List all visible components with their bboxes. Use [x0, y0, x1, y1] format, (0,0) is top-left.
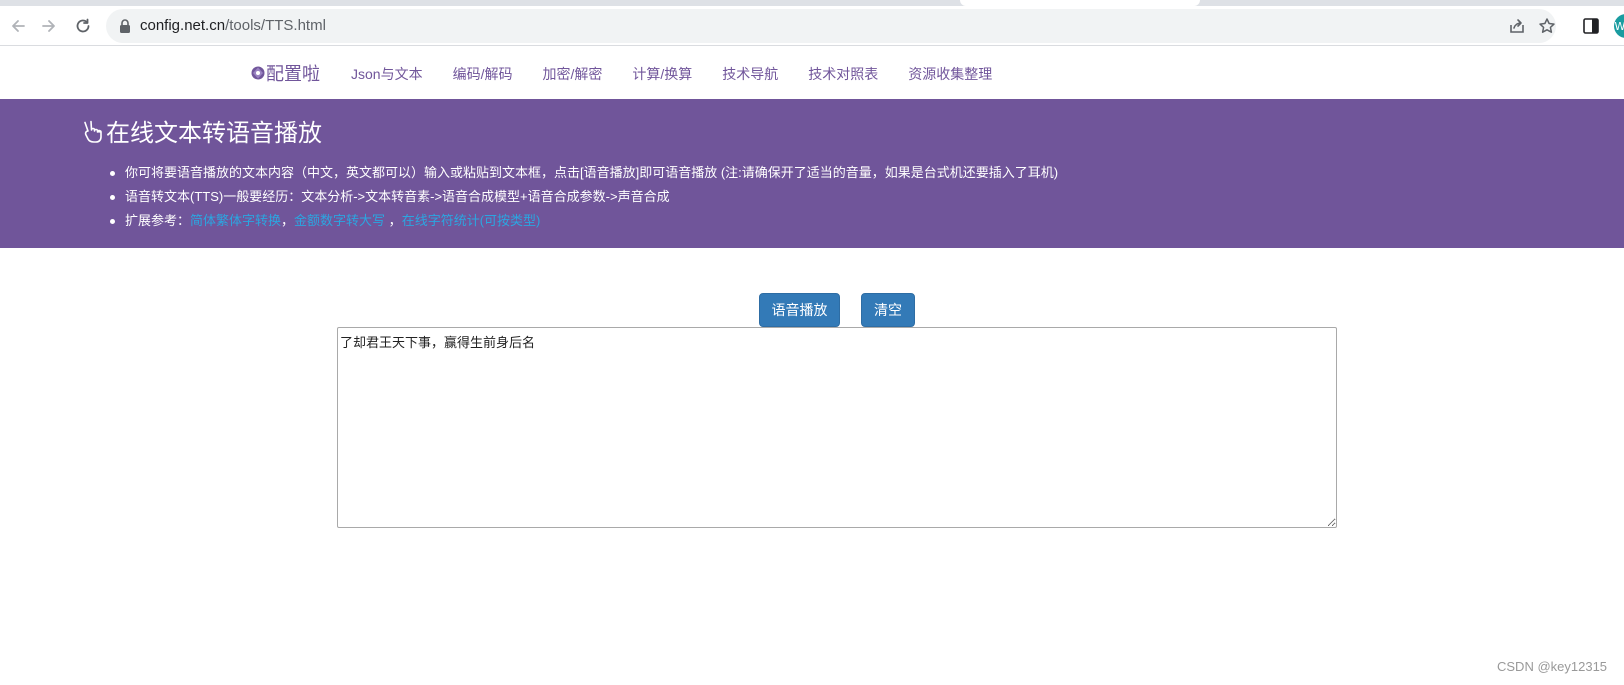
- reload-button[interactable]: [71, 14, 95, 38]
- csdn-watermark: CSDN @key12315: [1497, 659, 1608, 674]
- page-title-text: 在线文本转语音播放: [106, 120, 322, 147]
- nav-link-tech-nav[interactable]: 技术导航: [722, 64, 778, 84]
- hero-note-references: 扩展参考：简体繁体字转换，金额数字转大写 ，在线字符统计(可按类型): [108, 209, 1058, 233]
- side-panel-icon[interactable]: [1582, 17, 1600, 35]
- profile-avatar[interactable]: W: [1614, 14, 1624, 38]
- victory-hand-icon: [84, 120, 102, 143]
- page-title: 在线文本转语音播放: [82, 113, 322, 148]
- back-button[interactable]: [6, 14, 30, 38]
- hero-note-usage: 你可将要语音播放的文本内容（中文，英文都可以）输入或粘贴到文本框，点击[语音播放…: [108, 161, 1058, 185]
- hero-note-tts-steps: 语音转文本(TTS)一般要经历：文本分析->文本转音素->语音合成模型+语音合成…: [108, 185, 1058, 209]
- site-navbar: 配置啦 Json与文本 编码/解码 加密/解密 计算/换算 技术导航 技术对照表…: [0, 46, 1624, 99]
- clear-button[interactable]: 清空: [861, 293, 915, 327]
- url-text: config.net.cn/tools/TTS.html: [140, 17, 326, 34]
- url-host: config.net.cn: [140, 17, 226, 34]
- ref-link-char-count[interactable]: 在线字符统计(可按类型): [402, 213, 541, 228]
- browser-toolbar: config.net.cn/tools/TTS.html W: [0, 6, 1624, 46]
- url-path: /tools/TTS.html: [225, 17, 326, 34]
- lock-icon: [120, 19, 130, 33]
- nav-links: Json与文本 编码/解码 加密/解密 计算/换算 技术导航 技术对照表 资源收…: [351, 64, 1022, 84]
- address-bar[interactable]: config.net.cn/tools/TTS.html: [106, 9, 1556, 43]
- nav-link-calculate[interactable]: 计算/换算: [632, 64, 692, 84]
- ref-separator: ，: [385, 213, 402, 228]
- hero-banner: 在线文本转语音播放 你可将要语音播放的文本内容（中文，英文都可以）输入或粘贴到文…: [0, 99, 1624, 248]
- ref-link-simplified-traditional[interactable]: 简体繁体字转换: [190, 213, 281, 228]
- nav-link-encrypt[interactable]: 加密/解密: [542, 64, 602, 84]
- nav-link-resources[interactable]: 资源收集整理: [908, 64, 992, 84]
- brand-link[interactable]: 配置啦: [251, 60, 320, 86]
- nav-link-encode[interactable]: 编码/解码: [453, 64, 513, 84]
- brand-name: 配置啦: [266, 64, 320, 84]
- play-speech-button[interactable]: 语音播放: [759, 293, 840, 327]
- nav-link-tech-table[interactable]: 技术对照表: [808, 64, 878, 84]
- profile-initial: W: [1614, 19, 1624, 33]
- arrow-left-icon: [12, 20, 25, 32]
- arrow-right-icon: [42, 20, 55, 32]
- ref-link-amount-uppercase[interactable]: 金额数字转大写: [294, 213, 385, 228]
- star-icon[interactable]: [1538, 17, 1556, 35]
- reload-icon: [76, 18, 90, 33]
- ref-label: 扩展参考：: [125, 213, 191, 228]
- nav-link-json[interactable]: Json与文本: [351, 64, 423, 84]
- ref-separator: ，: [281, 213, 295, 228]
- hero-notes: 你可将要语音播放的文本内容（中文，英文都可以）输入或粘贴到文本框，点击[语音播放…: [108, 161, 1058, 233]
- tts-text-input[interactable]: 了却君王天下事，赢得生前身后名: [337, 327, 1337, 528]
- forward-button[interactable]: [37, 14, 61, 38]
- share-icon[interactable]: [1508, 17, 1526, 35]
- brand-gem-icon: [251, 66, 265, 80]
